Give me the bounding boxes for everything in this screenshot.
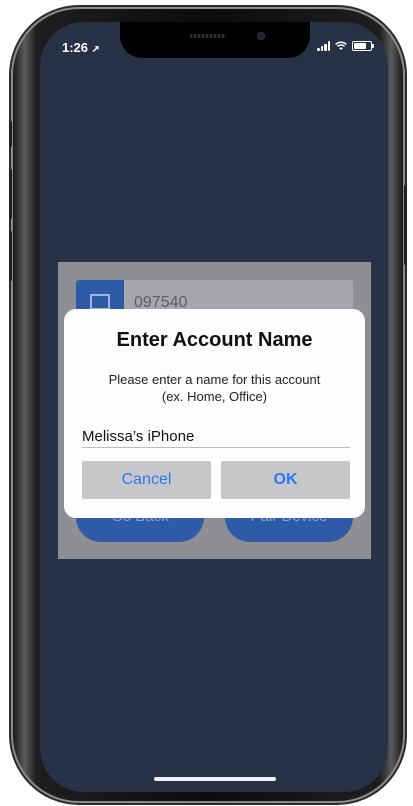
volume-up-button: [9, 169, 12, 219]
cancel-button[interactable]: Cancel: [82, 461, 211, 499]
front-camera: [257, 32, 265, 40]
dialog-message: Please enter a name for this account (ex…: [80, 371, 349, 405]
status-bar-indicators: [317, 41, 374, 51]
dialog-title: Enter Account Name: [116, 329, 313, 351]
dialog-message-line1: Please enter a name for this account: [108, 372, 321, 387]
location-arrow-icon: ➚: [91, 44, 101, 55]
home-indicator[interactable]: [154, 777, 276, 781]
mute-switch: [9, 121, 12, 147]
enter-account-name-dialog: Enter Account Name Please enter a name f…: [64, 309, 365, 518]
notch: [120, 22, 310, 58]
power-button: [404, 185, 407, 265]
dialog-message-line2: (ex. Home, Office): [161, 389, 268, 404]
status-bar-time: 1:26 ➚: [62, 40, 100, 55]
battery-icon: [352, 41, 374, 51]
status-time-text: 1:26: [62, 40, 89, 55]
earpiece-speaker: [190, 34, 226, 38]
account-name-input[interactable]: [82, 425, 350, 448]
volume-down-button: [9, 231, 12, 281]
cellular-signal-icon: [317, 41, 330, 51]
ok-button[interactable]: OK: [221, 461, 350, 499]
wifi-icon: [335, 41, 347, 51]
phone-screen: 1:26 ➚ 097540 Go Back Pair Device Enter …: [40, 22, 388, 792]
battery-level: [354, 43, 366, 49]
monitor-icon: [90, 294, 110, 310]
